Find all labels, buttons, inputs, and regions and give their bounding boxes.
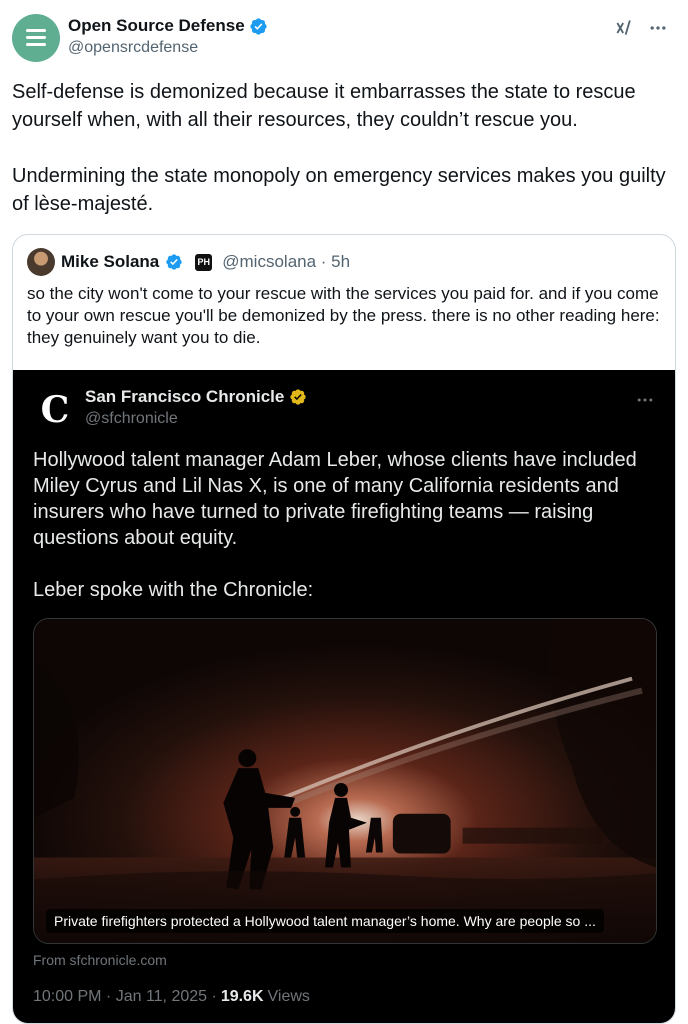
gold-verified-badge-icon: [290, 389, 307, 405]
post-header: Open Source Defense @opensrcdefense: [12, 12, 676, 64]
avatar[interactable]: [27, 248, 55, 276]
affiliate-badge-icon[interactable]: PH: [195, 253, 213, 271]
embedded-text-paragraph: Hollywood talent manager Adam Leber, who…: [33, 449, 637, 549]
views-count: 19.6K: [220, 988, 264, 1005]
grok-icon[interactable]: [614, 18, 634, 38]
more-dots-icon[interactable]: [635, 390, 655, 410]
embedded-post[interactable]: C San Francisco Chronicle @sfchronicle H…: [13, 370, 675, 1023]
quoted-author-name[interactable]: Mike Solana: [61, 252, 159, 272]
quoted-author-handle[interactable]: @micsolana · 5h: [222, 252, 350, 272]
quoted-post-text: so the city won't come to your rescue wi…: [27, 284, 660, 347]
quoted-post-header: Mike Solana PH @micsolana · 5h: [27, 248, 350, 276]
views-label: Views: [267, 988, 310, 1005]
author-name[interactable]: Open Source Defense: [68, 16, 245, 36]
firefighters-photo: [34, 619, 656, 943]
post-text: Self-defense is demonized because it emb…: [12, 78, 672, 218]
post-meta: 10:00 PM · Jan 11, 2025 · 19.6K Views: [33, 988, 310, 1006]
link-preview-title[interactable]: Private firefighters protected a Hollywo…: [46, 909, 604, 933]
post-timestamp[interactable]: 10:00 PM · Jan 11, 2025 ·: [33, 988, 217, 1006]
embedded-text-paragraph: Leber spoke with the Chronicle:: [33, 579, 314, 601]
verified-badge-icon: [166, 254, 182, 270]
link-source[interactable]: From sfchronicle.com: [33, 952, 167, 968]
post-text-paragraph: Undermining the state monopoly on emerge…: [12, 165, 666, 215]
embedded-author-name[interactable]: San Francisco Chronicle: [85, 387, 284, 407]
link-preview-card[interactable]: Private firefighters protected a Hollywo…: [33, 618, 657, 944]
embedded-author-handle[interactable]: @sfchronicle: [85, 410, 178, 428]
post-text-paragraph: Self-defense is demonized because it emb…: [12, 81, 636, 131]
embedded-post-text: Hollywood talent manager Adam Leber, who…: [33, 447, 653, 603]
quoted-post[interactable]: Mike Solana PH @micsolana · 5h so the ci…: [12, 234, 676, 1024]
more-dots-icon[interactable]: [648, 18, 668, 38]
verified-badge-icon: [250, 17, 267, 35]
avatar[interactable]: [12, 14, 60, 62]
sfchronicle-logo-icon[interactable]: C: [35, 390, 75, 430]
author-handle[interactable]: @opensrcdefense: [68, 39, 198, 57]
